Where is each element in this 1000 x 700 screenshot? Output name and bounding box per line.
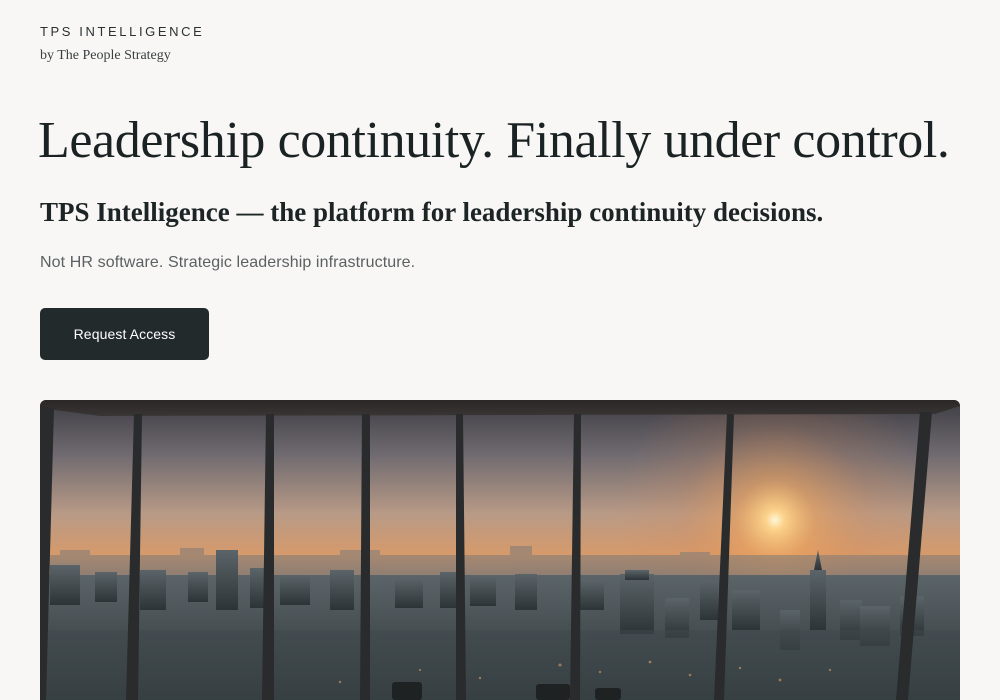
brand-byline: by The People Strategy <box>40 48 171 63</box>
request-access-label: Request Access <box>73 326 176 342</box>
request-access-button[interactable]: Request Access <box>40 308 209 360</box>
hero-tagline: Not HR software. Strategic leadership in… <box>40 254 416 271</box>
brand-block: TPS INTELLIGENCE by The People Strategy <box>40 24 204 64</box>
boardroom-city-sunset-image <box>40 400 960 700</box>
brand-name: TPS INTELLIGENCE <box>40 24 205 39</box>
hero-headline: Leadership continuity. Finally under con… <box>38 112 950 169</box>
hero-subheadline: TPS Intelligence — the platform for lead… <box>40 197 824 227</box>
